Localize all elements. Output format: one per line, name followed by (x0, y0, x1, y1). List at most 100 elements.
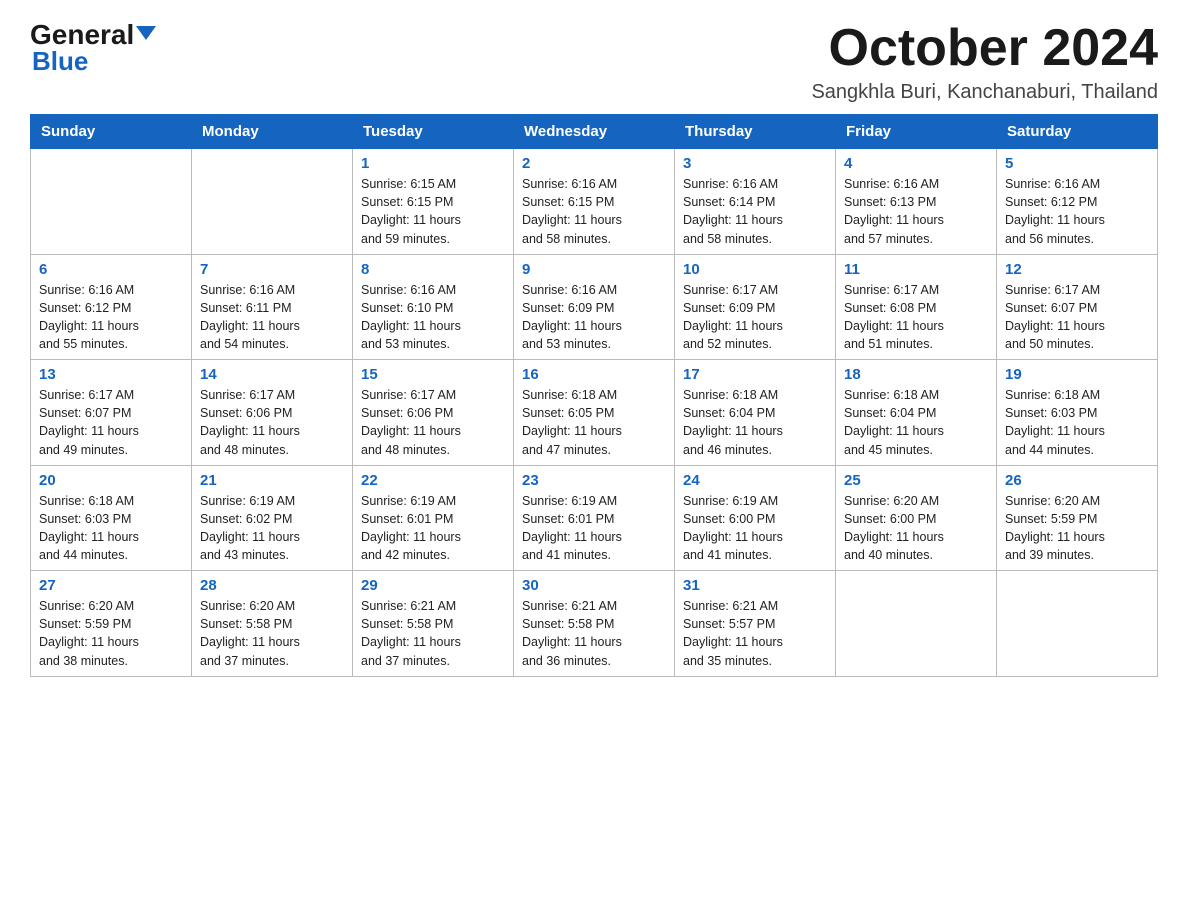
calendar-week-row: 20 Sunrise: 6:18 AM Sunset: 6:03 PM Dayli… (31, 465, 1158, 571)
calendar-cell: 24Sunrise: 6:19 AM Sunset: 6:00 PM Dayli… (675, 465, 836, 571)
calendar-cell (192, 149, 353, 255)
calendar-week-row: 1 Sunrise: 6:15 AM Sunset: 6:15 PM Daylig… (31, 149, 1158, 255)
day-number: 20 (39, 472, 183, 489)
weekday-header-wednesday: Wednesday (514, 115, 675, 149)
day-number: 14 (200, 366, 344, 383)
day-number: 24 (683, 472, 827, 489)
day-number: 21 (200, 472, 344, 489)
day-info: Sunrise: 6:18 AM Sunset: 6:05 PM Dayligh… (522, 386, 666, 459)
day-number: 1 (361, 155, 505, 172)
day-info: Sunrise: 6:17 AM Sunset: 6:06 PM Dayligh… (361, 386, 505, 459)
day-info: Sunrise: 6:17 AM Sunset: 6:09 PM Dayligh… (683, 281, 827, 354)
calendar-cell: 30 Sunrise: 6:21 AM Sunset: 5:58 PM Dayli… (514, 571, 675, 677)
day-info: Sunrise: 6:16 AM Sunset: 6:12 PM Dayligh… (1005, 175, 1149, 248)
calendar-cell: 14Sunrise: 6:17 AM Sunset: 6:06 PM Dayli… (192, 360, 353, 466)
day-number: 13 (39, 366, 183, 383)
calendar-cell: 29Sunrise: 6:21 AM Sunset: 5:58 PM Dayli… (353, 571, 514, 677)
title-area: October 2024 Sangkhla Buri, Kanchanaburi… (811, 20, 1158, 104)
day-number: 18 (844, 366, 988, 383)
day-number: 17 (683, 366, 827, 383)
calendar-cell: 22 Sunrise: 6:19 AM Sunset: 6:01 PM Dayli… (353, 465, 514, 571)
day-number: 3 (683, 155, 827, 172)
day-number: 23 (522, 472, 666, 489)
weekday-header-row: SundayMondayTuesdayWednesdayThursdayFrid… (31, 115, 1158, 149)
calendar-cell: 10 Sunrise: 6:17 AM Sunset: 6:09 PM Dayli… (675, 254, 836, 360)
day-info: Sunrise: 6:19 AM Sunset: 6:01 PM Dayligh… (361, 492, 505, 565)
calendar-cell: 27 Sunrise: 6:20 AM Sunset: 5:59 PM Dayli… (31, 571, 192, 677)
logo-triangle-icon (136, 26, 156, 40)
weekday-header-tuesday: Tuesday (353, 115, 514, 149)
calendar-cell: 2Sunrise: 6:16 AM Sunset: 6:15 PM Daylig… (514, 149, 675, 255)
day-info: Sunrise: 6:19 AM Sunset: 6:01 PM Dayligh… (522, 492, 666, 565)
calendar-cell: 21Sunrise: 6:19 AM Sunset: 6:02 PM Dayli… (192, 465, 353, 571)
day-number: 26 (1005, 472, 1149, 489)
calendar-cell (836, 571, 997, 677)
day-info: Sunrise: 6:16 AM Sunset: 6:13 PM Dayligh… (844, 175, 988, 248)
calendar-cell: 13 Sunrise: 6:17 AM Sunset: 6:07 PM Dayli… (31, 360, 192, 466)
calendar-cell: 6Sunrise: 6:16 AM Sunset: 6:12 PM Daylig… (31, 254, 192, 360)
day-info: Sunrise: 6:21 AM Sunset: 5:57 PM Dayligh… (683, 597, 827, 670)
day-number: 5 (1005, 155, 1149, 172)
logo-blue-text: Blue (30, 47, 88, 76)
location-title: Sangkhla Buri, Kanchanaburi, Thailand (811, 81, 1158, 104)
calendar-cell: 3 Sunrise: 6:16 AM Sunset: 6:14 PM Daylig… (675, 149, 836, 255)
logo-area: General Blue (30, 20, 156, 75)
calendar-cell: 17Sunrise: 6:18 AM Sunset: 6:04 PM Dayli… (675, 360, 836, 466)
day-number: 7 (200, 261, 344, 278)
calendar-cell: 1 Sunrise: 6:15 AM Sunset: 6:15 PM Daylig… (353, 149, 514, 255)
calendar-cell: 15Sunrise: 6:17 AM Sunset: 6:06 PM Dayli… (353, 360, 514, 466)
day-number: 8 (361, 261, 505, 278)
day-number: 27 (39, 577, 183, 594)
calendar-cell: 5 Sunrise: 6:16 AM Sunset: 6:12 PM Daylig… (997, 149, 1158, 255)
day-info: Sunrise: 6:18 AM Sunset: 6:03 PM Dayligh… (1005, 386, 1149, 459)
day-info: Sunrise: 6:20 AM Sunset: 5:58 PM Dayligh… (200, 597, 344, 670)
day-number: 22 (361, 472, 505, 489)
weekday-header-saturday: Saturday (997, 115, 1158, 149)
day-info: Sunrise: 6:18 AM Sunset: 6:03 PM Dayligh… (39, 492, 183, 565)
weekday-header-thursday: Thursday (675, 115, 836, 149)
calendar-cell (31, 149, 192, 255)
calendar-cell: 8 Sunrise: 6:16 AM Sunset: 6:10 PM Daylig… (353, 254, 514, 360)
day-info: Sunrise: 6:17 AM Sunset: 6:07 PM Dayligh… (39, 386, 183, 459)
calendar-cell: 7 Sunrise: 6:16 AM Sunset: 6:11 PM Daylig… (192, 254, 353, 360)
day-info: Sunrise: 6:20 AM Sunset: 5:59 PM Dayligh… (39, 597, 183, 670)
day-info: Sunrise: 6:16 AM Sunset: 6:10 PM Dayligh… (361, 281, 505, 354)
day-info: Sunrise: 6:15 AM Sunset: 6:15 PM Dayligh… (361, 175, 505, 248)
day-number: 31 (683, 577, 827, 594)
day-number: 2 (522, 155, 666, 172)
day-number: 10 (683, 261, 827, 278)
day-info: Sunrise: 6:16 AM Sunset: 6:14 PM Dayligh… (683, 175, 827, 248)
calendar-cell: 9 Sunrise: 6:16 AM Sunset: 6:09 PM Daylig… (514, 254, 675, 360)
day-info: Sunrise: 6:18 AM Sunset: 6:04 PM Dayligh… (844, 386, 988, 459)
calendar-week-row: 6Sunrise: 6:16 AM Sunset: 6:12 PM Daylig… (31, 254, 1158, 360)
calendar-cell: 18 Sunrise: 6:18 AM Sunset: 6:04 PM Dayli… (836, 360, 997, 466)
calendar-cell: 19Sunrise: 6:18 AM Sunset: 6:03 PM Dayli… (997, 360, 1158, 466)
calendar-cell: 11 Sunrise: 6:17 AM Sunset: 6:08 PM Dayli… (836, 254, 997, 360)
day-info: Sunrise: 6:16 AM Sunset: 6:09 PM Dayligh… (522, 281, 666, 354)
calendar-table: SundayMondayTuesdayWednesdayThursdayFrid… (30, 114, 1158, 677)
weekday-header-monday: Monday (192, 115, 353, 149)
calendar-cell: 16 Sunrise: 6:18 AM Sunset: 6:05 PM Dayli… (514, 360, 675, 466)
page-header: General Blue October 2024 Sangkhla Buri,… (30, 20, 1158, 104)
day-number: 6 (39, 261, 183, 278)
day-info: Sunrise: 6:20 AM Sunset: 6:00 PM Dayligh… (844, 492, 988, 565)
day-number: 25 (844, 472, 988, 489)
day-info: Sunrise: 6:17 AM Sunset: 6:08 PM Dayligh… (844, 281, 988, 354)
calendar-cell: 26Sunrise: 6:20 AM Sunset: 5:59 PM Dayli… (997, 465, 1158, 571)
day-info: Sunrise: 6:21 AM Sunset: 5:58 PM Dayligh… (522, 597, 666, 670)
day-info: Sunrise: 6:16 AM Sunset: 6:11 PM Dayligh… (200, 281, 344, 354)
calendar-cell (997, 571, 1158, 677)
day-number: 9 (522, 261, 666, 278)
calendar-cell: 23 Sunrise: 6:19 AM Sunset: 6:01 PM Dayli… (514, 465, 675, 571)
day-number: 12 (1005, 261, 1149, 278)
day-number: 16 (522, 366, 666, 383)
weekday-header-friday: Friday (836, 115, 997, 149)
weekday-header-sunday: Sunday (31, 115, 192, 149)
calendar-cell: 20 Sunrise: 6:18 AM Sunset: 6:03 PM Dayli… (31, 465, 192, 571)
calendar-cell: 28 Sunrise: 6:20 AM Sunset: 5:58 PM Dayli… (192, 571, 353, 677)
calendar-week-row: 27 Sunrise: 6:20 AM Sunset: 5:59 PM Dayli… (31, 571, 1158, 677)
day-number: 11 (844, 261, 988, 278)
day-number: 28 (200, 577, 344, 594)
calendar-cell: 4Sunrise: 6:16 AM Sunset: 6:13 PM Daylig… (836, 149, 997, 255)
day-number: 30 (522, 577, 666, 594)
